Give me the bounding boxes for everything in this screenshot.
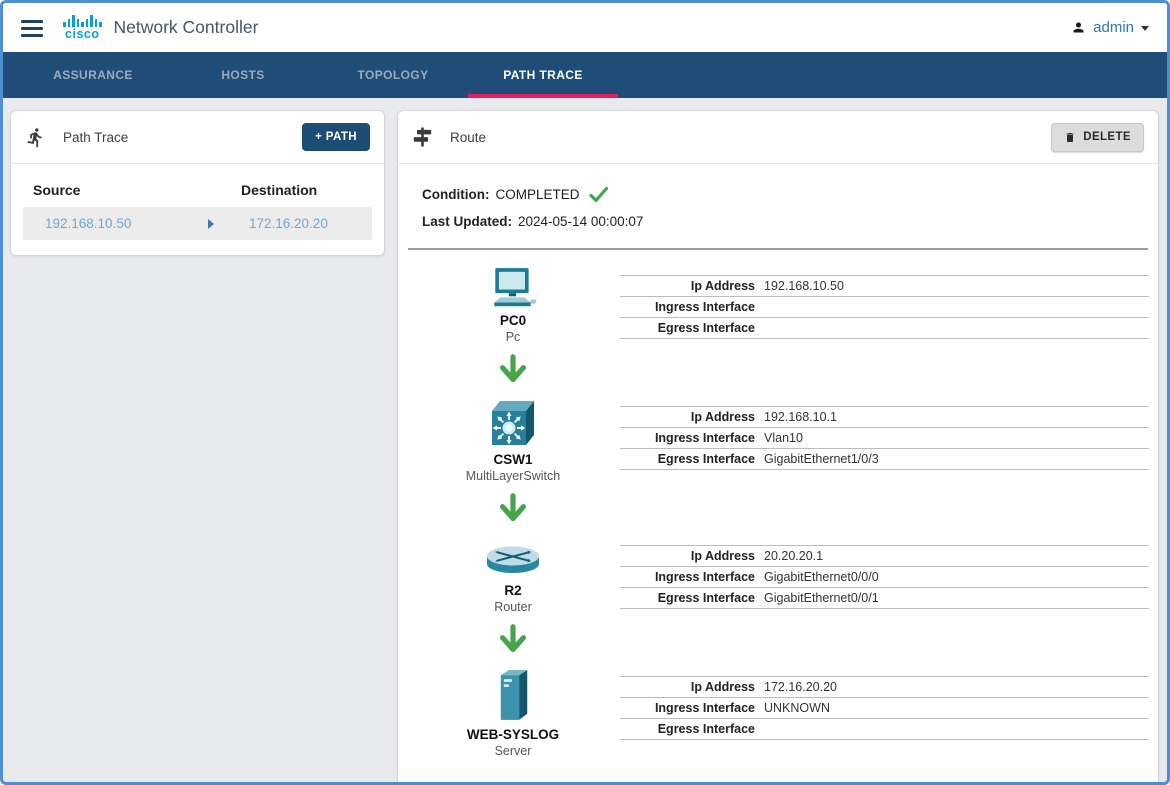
source-column-header: Source xyxy=(33,182,201,198)
person-icon xyxy=(1071,20,1086,35)
field-label: Egress Interface xyxy=(620,591,755,605)
egress-value: GigabitEthernet0/0/1 xyxy=(755,591,879,605)
node-name: PC0 xyxy=(500,313,526,329)
path-trace-panel: Path Trace + PATH Source Destination 192… xyxy=(10,110,385,256)
page-title: Network Controller xyxy=(114,17,259,38)
path-trace-panel-header: Path Trace + PATH xyxy=(11,111,384,164)
down-arrow-icon xyxy=(410,346,616,398)
cisco-logo-bars-icon xyxy=(63,14,102,27)
tab-assurance[interactable]: ASSURANCE xyxy=(18,52,168,98)
field-label: Egress Interface xyxy=(620,321,755,335)
app-header: cisco Network Controller admin xyxy=(3,3,1167,52)
main-nav: ASSURANCE HOSTS TOPOLOGY PATH TRACE xyxy=(3,52,1167,98)
field-label: Ingress Interface xyxy=(620,570,755,584)
cisco-logo-word: cisco xyxy=(65,28,99,41)
right-arrow-icon xyxy=(208,219,214,229)
node-type: Router xyxy=(494,599,532,616)
signpost-icon xyxy=(412,126,433,148)
content-area: Path Trace + PATH Source Destination 192… xyxy=(3,98,1167,782)
path-trace-diagram: PC0 Pc Ip Address192.168.10.50 Ingress I… xyxy=(398,250,1158,760)
ip-address-value: 20.20.20.1 xyxy=(755,549,823,563)
node-name: CSW1 xyxy=(493,452,532,468)
field-label: Ingress Interface xyxy=(620,431,755,445)
destination-ip: 172.16.20.20 xyxy=(231,216,372,231)
route-title: Route xyxy=(450,130,486,145)
source-ip: 192.168.10.50 xyxy=(23,216,191,231)
route-status: Condition: COMPLETED Last Updated: 2024-… xyxy=(398,164,1158,235)
user-name: admin xyxy=(1093,19,1134,36)
running-person-icon xyxy=(25,127,46,148)
multilayer-switch-icon xyxy=(487,398,539,450)
node-name: R2 xyxy=(504,583,521,599)
route-panel: Route DELETE Condition: COMPLETED xyxy=(397,110,1159,785)
add-path-button[interactable]: + PATH xyxy=(302,123,370,151)
last-updated-line: Last Updated: 2024-05-14 00:00:07 xyxy=(422,208,1134,235)
path-trace-row[interactable]: 192.168.10.50 172.16.20.20 xyxy=(23,207,372,240)
last-updated-label: Last Updated: xyxy=(422,214,512,229)
destination-column-header: Destination xyxy=(241,182,362,198)
field-label: Egress Interface xyxy=(620,722,755,736)
condition-value: COMPLETED xyxy=(495,187,579,202)
field-label: Ingress Interface xyxy=(620,300,755,314)
route-panel-header: Route DELETE xyxy=(398,111,1158,164)
path-hop-r2: R2 Router Ip Address20.20.20.1 Ingress I… xyxy=(398,537,1158,616)
hop-detail-table: Ip Address20.20.20.1 Ingress InterfaceGi… xyxy=(620,545,1149,609)
delete-button-label: DELETE xyxy=(1083,131,1131,143)
field-label: Ip Address xyxy=(620,410,755,424)
server-icon xyxy=(494,668,532,725)
delete-button[interactable]: DELETE xyxy=(1051,123,1144,152)
condition-line: Condition: COMPLETED xyxy=(422,181,1134,208)
ip-address-value: 192.168.10.50 xyxy=(755,279,844,293)
user-menu[interactable]: admin xyxy=(1071,19,1149,36)
ingress-value: UNKNOWN xyxy=(755,701,830,715)
node-name: WEB-SYSLOG xyxy=(467,727,559,743)
hop-detail-table: Ip Address192.168.10.50 Ingress Interfac… xyxy=(620,275,1149,339)
router-icon xyxy=(485,542,541,578)
network-controller-window: cisco Network Controller admin ASSURANCE… xyxy=(0,0,1170,785)
last-updated-value: 2024-05-14 00:00:07 xyxy=(518,214,643,229)
ip-address-value: 172.16.20.20 xyxy=(755,680,837,694)
trash-icon xyxy=(1064,131,1076,144)
ingress-value: GigabitEthernet0/0/0 xyxy=(755,570,879,584)
tab-path-trace[interactable]: PATH TRACE xyxy=(468,52,618,98)
path-trace-title: Path Trace xyxy=(63,130,128,145)
egress-value: GigabitEthernet1/0/3 xyxy=(755,452,879,466)
down-arrow-icon xyxy=(410,616,616,668)
path-trace-column-headers: Source Destination xyxy=(23,174,372,207)
path-hop-pc0: PC0 Pc Ip Address192.168.10.50 Ingress I… xyxy=(398,267,1158,346)
node-type: MultiLayerSwitch xyxy=(466,468,560,485)
field-label: Ingress Interface xyxy=(620,701,755,715)
pc-icon xyxy=(488,267,538,311)
cisco-logo: cisco xyxy=(63,14,102,41)
hop-detail-table: Ip Address172.16.20.20 Ingress Interface… xyxy=(620,676,1149,740)
condition-label: Condition: xyxy=(422,187,489,202)
path-trace-list: Source Destination 192.168.10.50 172.16.… xyxy=(11,164,384,240)
chevron-down-icon xyxy=(1141,26,1149,31)
hop-detail-table: Ip Address192.168.10.1 Ingress Interface… xyxy=(620,406,1149,470)
tab-hosts[interactable]: HOSTS xyxy=(168,52,318,98)
path-hop-csw1: CSW1 MultiLayerSwitch Ip Address192.168.… xyxy=(398,398,1158,485)
field-label: Ip Address xyxy=(620,279,755,293)
path-hop-web-syslog: WEB-SYSLOG Server Ip Address172.16.20.20… xyxy=(398,668,1158,760)
check-icon xyxy=(589,186,609,203)
ip-address-value: 192.168.10.1 xyxy=(755,410,837,424)
node-type: Pc xyxy=(506,329,521,346)
field-label: Ip Address xyxy=(620,680,755,694)
node-type: Server xyxy=(495,743,532,760)
ingress-value: Vlan10 xyxy=(755,431,803,445)
down-arrow-icon xyxy=(410,485,616,537)
tab-topology[interactable]: TOPOLOGY xyxy=(318,52,468,98)
field-label: Egress Interface xyxy=(620,452,755,466)
field-label: Ip Address xyxy=(620,549,755,563)
hamburger-menu-icon[interactable] xyxy=(21,16,43,41)
